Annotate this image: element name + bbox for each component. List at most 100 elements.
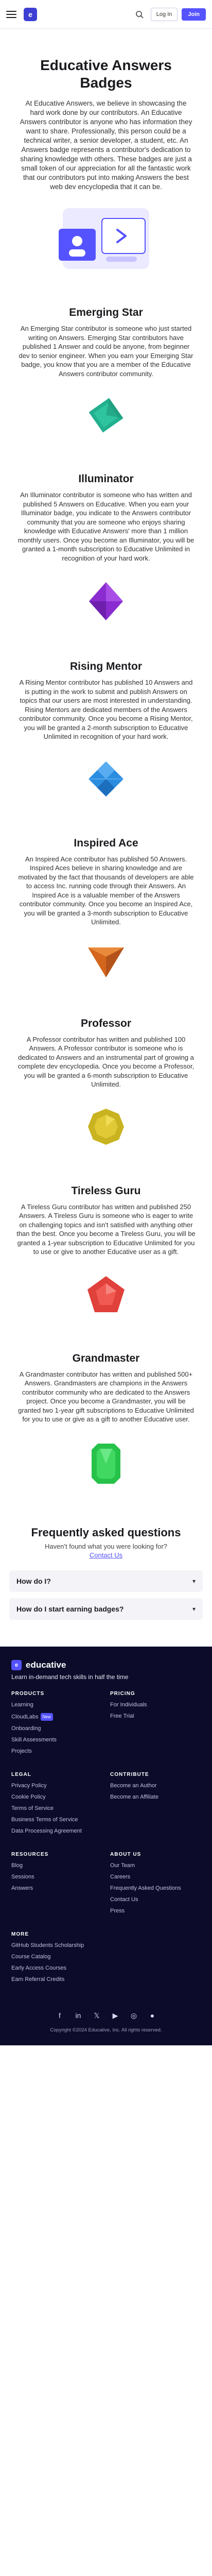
footer-link[interactable]: GitHub Students Scholarship <box>11 1942 102 1949</box>
footer-col-legal: LEGAL Privacy Policy Cookie Policy Terms… <box>11 1772 102 1839</box>
badge-art <box>16 397 196 434</box>
hero-section: Educative Answers Badges At Educative An… <box>0 29 212 288</box>
footer-link[interactable]: Sessions <box>11 1874 102 1880</box>
badge-tireless-guru: Tireless Guru A Tireless Guru contributo… <box>0 1166 212 1334</box>
faq-question: How do I start earning badges? <box>16 1604 124 1613</box>
footer-link[interactable]: Privacy Policy <box>11 1783 102 1789</box>
badge-inspired-ace: Inspired Ace An Inspired Ace contributor… <box>0 819 212 999</box>
search-icon[interactable] <box>132 7 147 22</box>
badge-art <box>16 945 196 978</box>
footer-link[interactable]: Become an Author <box>110 1783 201 1789</box>
footer-col-title: CONTRIBUTE <box>110 1771 149 1777</box>
footer-col-about: ABOUT US Our Team Careers Frequently Ask… <box>110 1852 201 1919</box>
faq-item[interactable]: How do I start earning badges? ▾ <box>9 1598 203 1620</box>
footer-col-more: MORE GitHub Students Scholarship Course … <box>11 1931 102 1988</box>
footer-link[interactable]: Earn Referral Credits <box>11 1976 102 1983</box>
inspired-ace-badge-icon <box>88 947 124 977</box>
nav-right: Log In Join <box>132 7 206 22</box>
professor-badge-icon <box>88 1108 124 1145</box>
badge-title: Grandmaster <box>72 1352 140 1364</box>
footer-col-title: ABOUT US <box>110 1851 142 1857</box>
footer-link[interactable]: Course Catalog <box>11 1954 102 1960</box>
badge-description: A Grandmaster contributor has written an… <box>18 1370 194 1423</box>
badge-illuminator: Illuminator An Illuminator contributor i… <box>0 454 212 642</box>
footer: e educative Learn in-demand tech skills … <box>0 1646 212 2045</box>
faq-question: How do I? <box>16 1577 51 1585</box>
instagram-icon[interactable]: ◎ <box>129 2011 138 2020</box>
rising-mentor-badge-icon <box>89 761 123 796</box>
footer-col-products: PRODUCTS Learning CloudLabs New Onboardin… <box>11 1691 102 1759</box>
badge-description: An Illuminator contributor is someone wh… <box>17 491 195 562</box>
badge-description: A Tireless Guru contributor has written … <box>16 1202 196 1256</box>
badge-art <box>16 1275 196 1313</box>
footer-link[interactable]: Answers <box>11 1885 102 1892</box>
badge-title: Tireless Guru <box>71 1184 141 1197</box>
footer-link[interactable]: Terms of Service <box>11 1805 102 1812</box>
badge-title: Inspired Ace <box>74 837 138 849</box>
hero-illustration <box>59 208 149 269</box>
footer-link[interactable]: Onboarding <box>11 1725 102 1732</box>
footer-tagline: Learn in-demand tech skills in half the … <box>11 1673 129 1681</box>
badge-title: Rising Mentor <box>70 660 142 672</box>
footer-link[interactable]: CloudLabs New <box>11 1713 102 1721</box>
badge-art <box>16 760 196 798</box>
footer-col-pricing: PRICING For Individuals Free Trial <box>110 1691 201 1759</box>
faq-section: Frequently asked questions Haven't found… <box>0 1505 212 1647</box>
illuminator-badge-icon <box>89 582 123 620</box>
footer-link[interactable]: Data Processing Agreement <box>11 1828 102 1835</box>
github-icon[interactable]: ● <box>148 2011 157 2020</box>
footer-link[interactable]: Press <box>110 1908 201 1914</box>
footer-col-resources: RESOURCES Blog Sessions Answers <box>11 1852 102 1919</box>
footer-link[interactable]: Business Terms of Service <box>11 1817 102 1823</box>
badge-art <box>16 581 196 621</box>
footer-col-title: RESOURCES <box>11 1851 49 1857</box>
join-button[interactable]: Join <box>182 8 206 21</box>
badge-art <box>16 1108 196 1146</box>
emerging-star-badge-icon <box>89 398 123 433</box>
badge-art <box>16 1443 196 1485</box>
footer-link[interactable]: Our Team <box>110 1862 201 1869</box>
footer-link[interactable]: For Individuals <box>110 1702 201 1708</box>
educative-logo-icon: e <box>11 1659 22 1670</box>
page-title: Educative Answers Badges <box>40 57 172 91</box>
chevron-down-icon: ▾ <box>192 1605 196 1613</box>
badge-title: Illuminator <box>78 473 134 485</box>
hamburger-menu-icon[interactable] <box>6 10 16 18</box>
footer-link[interactable]: Blog <box>11 1862 102 1869</box>
badge-description: An Inspired Ace contributor has publishe… <box>18 855 194 926</box>
nav-left: e <box>6 7 37 21</box>
faq-item[interactable]: How do I? ▾ <box>9 1570 203 1592</box>
footer-col-title: LEGAL <box>11 1771 31 1777</box>
badge-description: A Professor contributor has written and … <box>17 1035 195 1089</box>
social-links: f in 𝕏 ▶ ◎ ● <box>11 2000 201 2027</box>
footer-link[interactable]: Become an Affiliate <box>110 1794 201 1801</box>
badge-professor: Professor A Professor contributor has wr… <box>0 999 212 1166</box>
twitter-icon[interactable]: 𝕏 <box>92 2011 101 2020</box>
chevron-down-icon: ▾ <box>192 1577 196 1585</box>
login-button[interactable]: Log In <box>150 7 178 21</box>
educative-logo[interactable]: e <box>24 7 37 21</box>
footer-link[interactable]: Free Trial <box>110 1713 201 1720</box>
footer-brand-name: educative <box>26 1659 66 1670</box>
facebook-icon[interactable]: f <box>55 2011 64 2020</box>
youtube-icon[interactable]: ▶ <box>111 2011 120 2020</box>
badge-emerging-star: Emerging Star An Emerging Star contribut… <box>0 288 212 454</box>
footer-link[interactable]: Cookie Policy <box>11 1794 102 1801</box>
footer-link[interactable]: Skill Assessments <box>11 1737 102 1743</box>
footer-brand: e educative <box>11 1659 201 1670</box>
footer-link[interactable]: Frequently Asked Questions <box>110 1885 201 1892</box>
top-nav: e Log In Join <box>0 0 212 29</box>
footer-col-title: PRODUCTS <box>11 1690 45 1697</box>
footer-link[interactable]: Early Access Courses <box>11 1965 102 1972</box>
footer-link-label: CloudLabs <box>11 1713 39 1720</box>
footer-link[interactable]: Careers <box>110 1874 201 1880</box>
footer-link[interactable]: Contact Us <box>110 1896 201 1903</box>
footer-link[interactable]: Projects <box>11 1748 102 1755</box>
badge-description: An Emerging Star contributor is someone … <box>19 325 193 378</box>
faq-title: Frequently asked questions <box>31 1526 181 1539</box>
contact-us-link[interactable]: Contact Us <box>9 1551 203 1559</box>
linkedin-icon[interactable]: in <box>74 2011 83 2020</box>
footer-columns: PRODUCTS Learning CloudLabs New Onboardin… <box>11 1691 201 2000</box>
footer-link[interactable]: Learning <box>11 1702 102 1708</box>
footer-col-title: MORE <box>11 1931 29 1937</box>
